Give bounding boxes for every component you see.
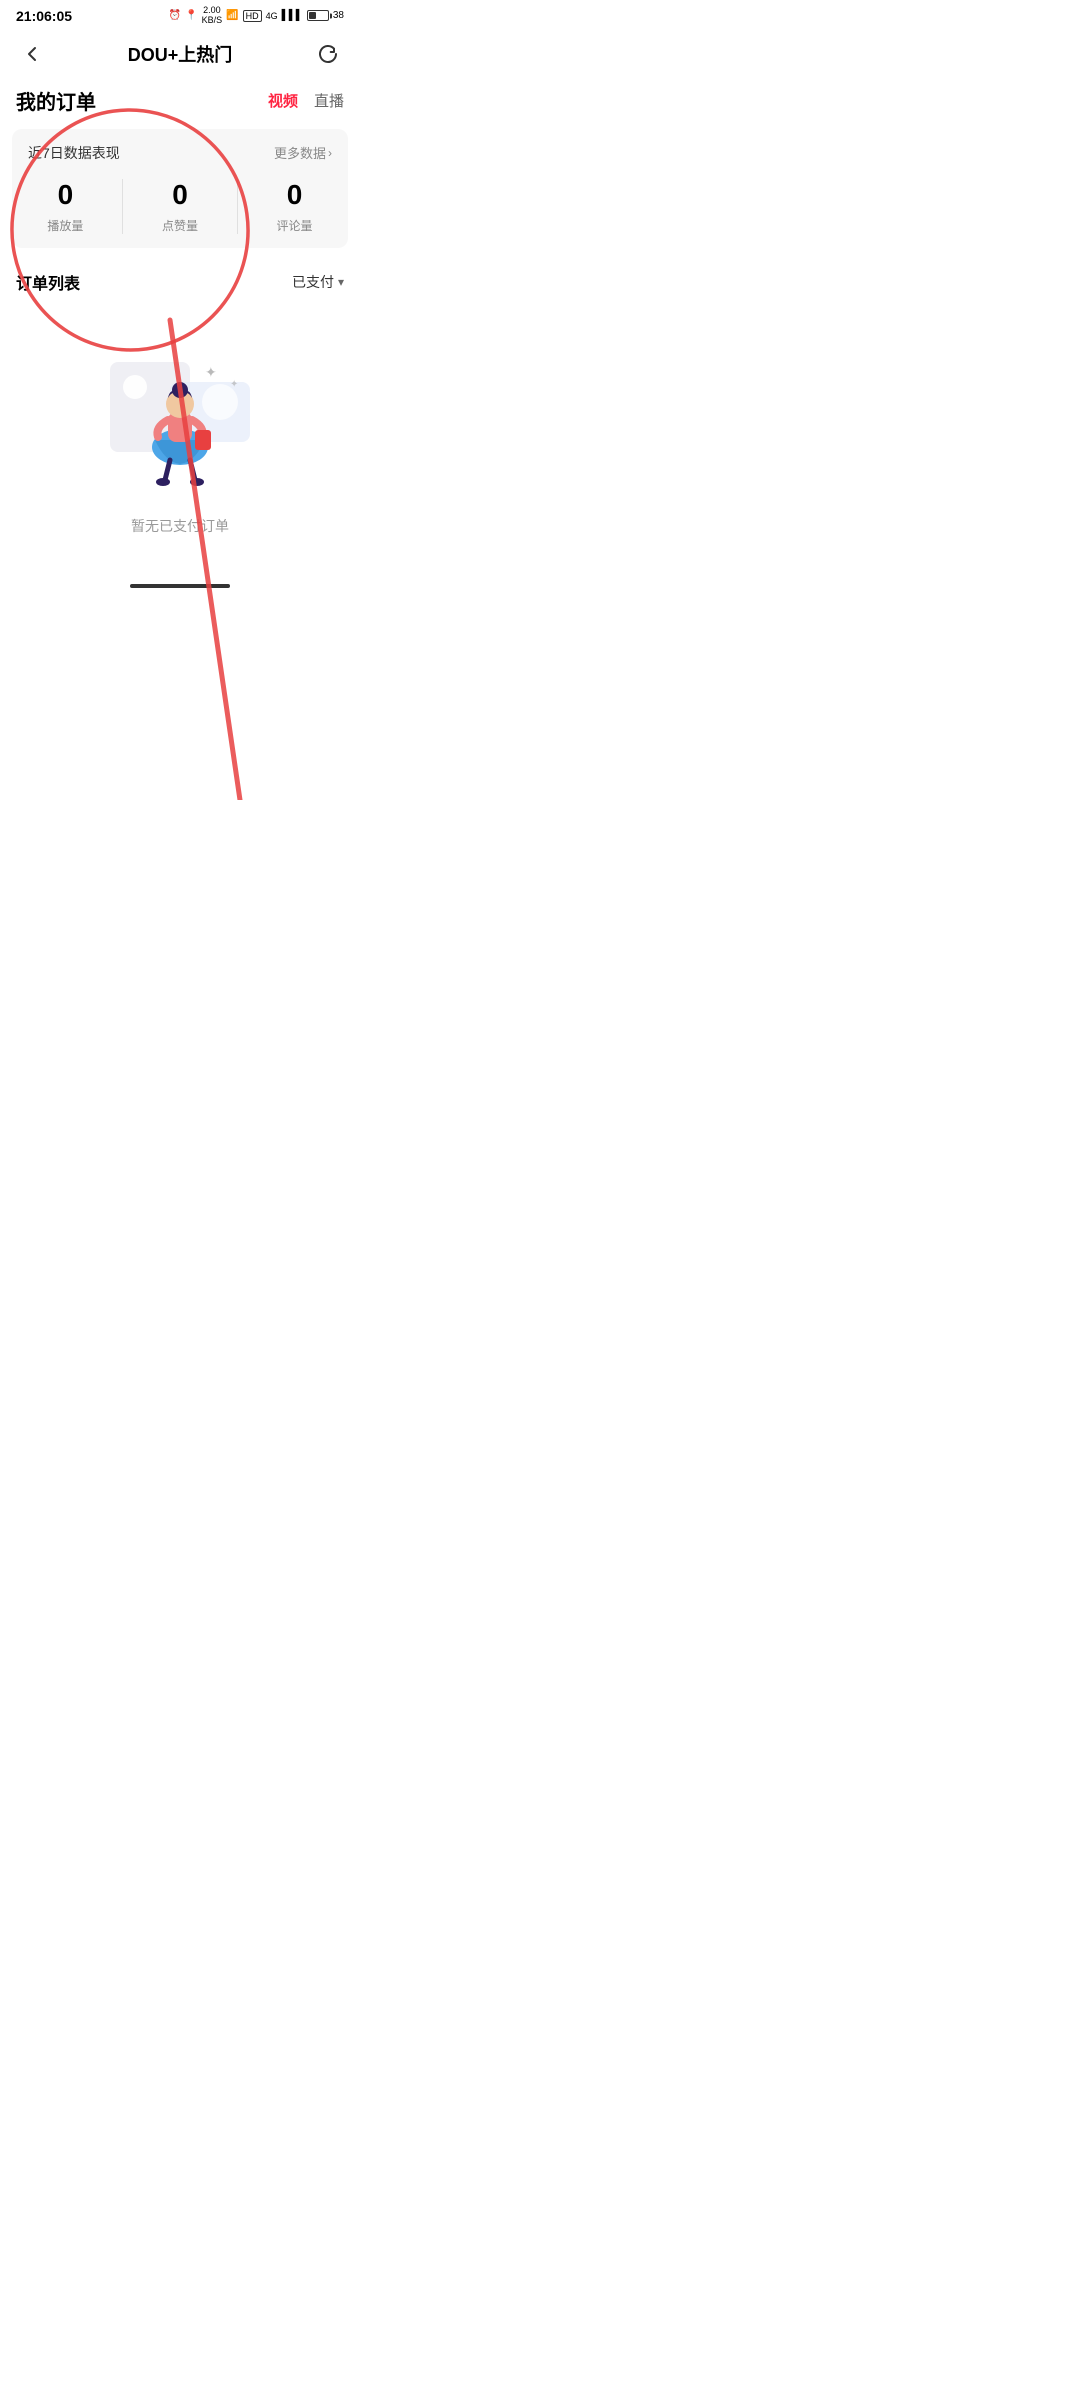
location-icon: 📍 xyxy=(185,10,197,21)
wifi-icon: 📶 xyxy=(226,10,238,21)
signal-4g-icon: 4G xyxy=(266,11,278,21)
home-indicator xyxy=(0,576,360,592)
empty-state-text: 暂无已支付订单 xyxy=(131,516,229,536)
order-filter-button[interactable]: 已支付 ▾ xyxy=(292,272,344,292)
likes-label: 点赞量 xyxy=(162,217,198,234)
back-button[interactable] xyxy=(16,38,48,70)
nav-bar: DOU+上热门 xyxy=(0,30,360,78)
chevron-right-icon: › xyxy=(328,146,332,160)
page-header: 我的订单 视频 直播 xyxy=(0,78,360,119)
data-card-title: 近7日数据表现 xyxy=(28,143,120,163)
status-icons: ⏰ 📍 2.00KB/S 📶 HD 4G ▌▌▌ 38 xyxy=(169,6,344,26)
chevron-down-icon: ▾ xyxy=(338,275,344,289)
more-data-button[interactable]: 更多数据 › xyxy=(274,143,332,162)
status-bar: 21:06:05 ⏰ 📍 2.00KB/S 📶 HD 4G ▌▌▌ 38 xyxy=(0,0,360,30)
speed-label: 2.00KB/S xyxy=(202,6,223,26)
hd-icon: HD xyxy=(243,10,262,22)
order-section-title: 订单列表 xyxy=(16,270,80,294)
svg-text:✦: ✦ xyxy=(230,379,238,390)
refresh-button[interactable] xyxy=(312,38,344,70)
metric-likes: 0 点赞量 xyxy=(162,179,198,234)
metric-plays: 0 播放量 xyxy=(47,179,83,234)
empty-state: ✦ ✦ 暂无已支付订单 xyxy=(0,302,360,576)
status-time: 21:06:05 xyxy=(16,8,72,24)
metric-divider-2 xyxy=(237,179,238,234)
tab-live[interactable]: 直播 xyxy=(314,88,344,113)
order-filter-label: 已支付 xyxy=(292,272,334,292)
comments-label: 评论量 xyxy=(277,217,313,234)
plays-value: 0 xyxy=(58,179,74,211)
data-metrics: 0 播放量 0 点赞量 0 评论量 xyxy=(28,179,332,234)
page-title: 我的订单 xyxy=(16,86,96,115)
data-card: 近7日数据表现 更多数据 › 0 播放量 0 点赞量 0 评论量 xyxy=(12,129,348,248)
order-section: 订单列表 已支付 ▾ xyxy=(0,258,360,302)
plays-label: 播放量 xyxy=(47,217,83,234)
data-card-header: 近7日数据表现 更多数据 › xyxy=(28,143,332,163)
nav-title: DOU+上热门 xyxy=(128,41,233,67)
battery-percent: 38 xyxy=(333,10,344,21)
signal-bar-icon: ▌▌▌ xyxy=(282,10,303,21)
home-bar xyxy=(130,584,230,588)
metric-divider-1 xyxy=(122,179,123,234)
alarm-icon: ⏰ xyxy=(169,10,181,21)
metric-comments: 0 评论量 xyxy=(277,179,313,234)
svg-text:✦: ✦ xyxy=(205,364,217,380)
tab-group: 视频 直播 xyxy=(268,88,344,113)
comments-value: 0 xyxy=(287,179,303,211)
tab-video[interactable]: 视频 xyxy=(268,88,298,113)
battery-icon xyxy=(307,10,329,21)
empty-illustration: ✦ ✦ xyxy=(100,332,260,492)
likes-value: 0 xyxy=(172,179,188,211)
